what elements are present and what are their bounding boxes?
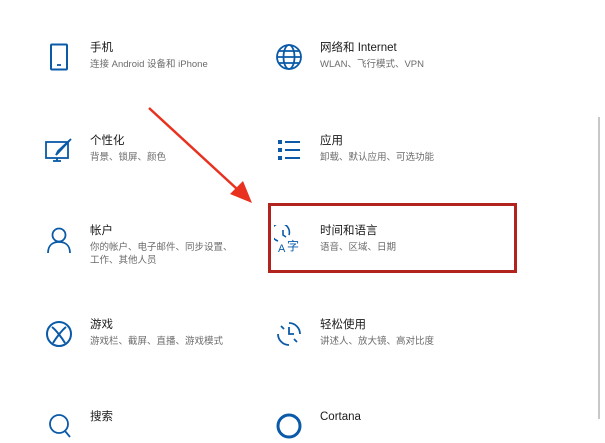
tile-title: 个性化: [90, 135, 125, 147]
tile-accounts[interactable]: 帐户 你的帐户、电子邮件、同步设置、工作、其他人员: [42, 223, 240, 267]
phone-icon: [42, 40, 76, 74]
tile-title: 轻松使用: [320, 319, 366, 331]
tile-title: 搜索: [90, 411, 113, 423]
xbox-icon: [42, 317, 76, 351]
tile-apps[interactable]: 应用 卸载、默认应用、可选功能: [272, 133, 434, 167]
highlight-box: [268, 203, 517, 273]
person-icon: [42, 223, 76, 257]
tile-ease-of-access[interactable]: 轻松使用 讲述人、放大镜、高对比度: [272, 317, 434, 351]
globe-icon: [272, 40, 306, 74]
ease-of-access-icon: [272, 317, 306, 351]
tile-description: WLAN、飞行模式、VPN: [320, 59, 424, 70]
tile-description: 连接 Android 设备和 iPhone: [90, 59, 208, 70]
tile-cortana[interactable]: Cortana: [272, 409, 361, 443]
tile-title: 手机: [90, 42, 113, 54]
search-icon: [42, 409, 76, 443]
personalization-icon: [42, 133, 76, 167]
tile-gaming[interactable]: 游戏 游戏栏、截屏、直播、游戏模式: [42, 317, 223, 351]
tile-title: Cortana: [320, 411, 361, 423]
apps-list-icon: [272, 133, 306, 167]
tile-title: 游戏: [90, 319, 113, 331]
tile-phone[interactable]: 手机 连接 Android 设备和 iPhone: [42, 40, 208, 74]
cortana-icon: [272, 409, 306, 443]
tile-title: 网络和 Internet: [320, 42, 397, 54]
tile-search[interactable]: 搜索: [42, 409, 113, 443]
tile-description: 卸载、默认应用、可选功能: [320, 152, 435, 163]
tile-title: 帐户: [90, 225, 113, 237]
tile-description: 讲述人、放大镜、高对比度: [320, 336, 435, 347]
tile-description: 游戏栏、截屏、直播、游戏模式: [90, 336, 224, 347]
tile-description: 背景、锁屏、颜色: [90, 152, 167, 163]
scrollbar[interactable]: [598, 117, 600, 419]
tile-title: 应用: [320, 135, 343, 147]
tile-description: 你的帐户、电子邮件、同步设置、工作、其他人员: [90, 242, 233, 266]
tile-network[interactable]: 网络和 Internet WLAN、飞行模式、VPN: [272, 40, 424, 74]
tile-personalization[interactable]: 个性化 背景、锁屏、颜色: [42, 133, 166, 167]
